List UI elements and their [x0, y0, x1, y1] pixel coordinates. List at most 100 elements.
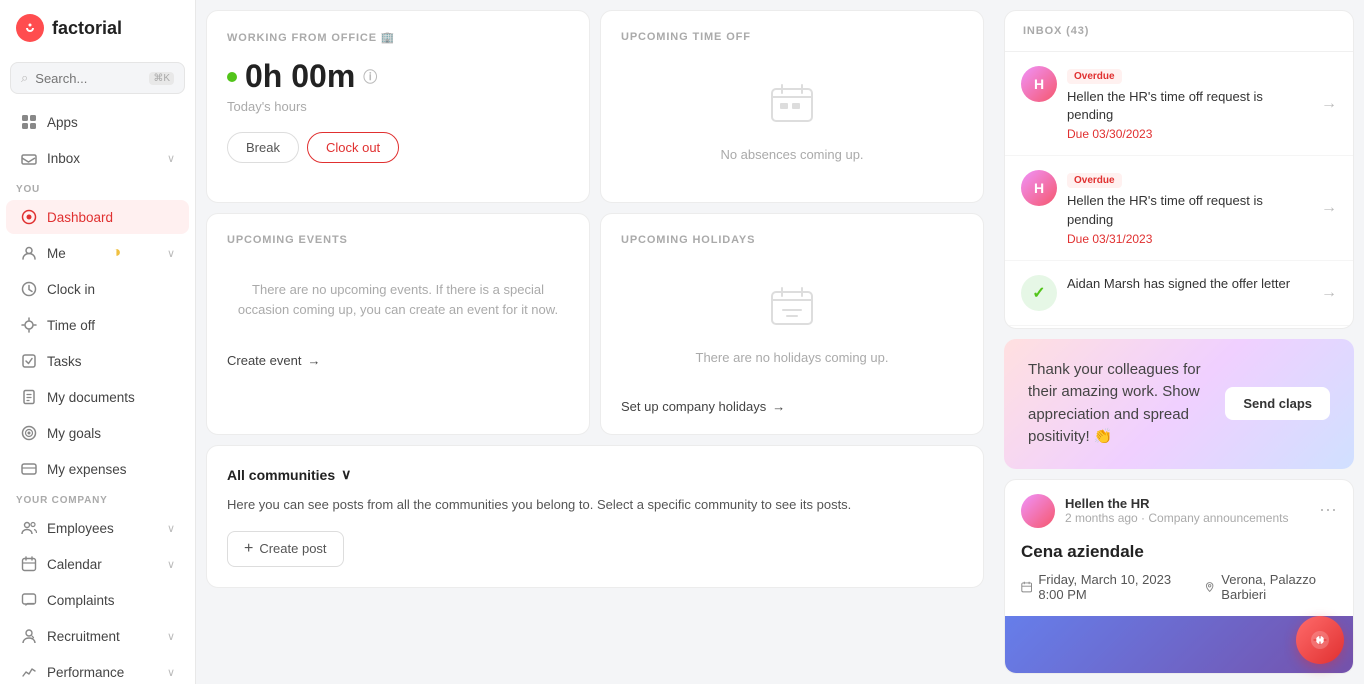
- post-date: Friday, March 10, 2023 8:00 PM: [1021, 572, 1188, 602]
- fab-button[interactable]: [1296, 616, 1344, 664]
- upcoming-events-title: UPCOMING EVENTS: [227, 234, 569, 246]
- sidebar-item-apps[interactable]: Apps: [6, 105, 189, 139]
- wfo-actions: Break Clock out: [227, 132, 569, 163]
- upcoming-time-off-title: UPCOMING TIME OFF: [621, 31, 963, 43]
- sidebar-item-complaints-label: Complaints: [47, 593, 115, 608]
- sidebar: factorial ⌕ ⌘K Apps Inbox ∨ YOU: [0, 0, 196, 684]
- documents-icon: [20, 388, 38, 406]
- sidebar-item-complaints[interactable]: Complaints: [6, 583, 189, 617]
- goals-icon: [20, 424, 38, 442]
- sidebar-item-my-expenses[interactable]: My expenses: [6, 452, 189, 486]
- sidebar-item-time-off-label: Time off: [47, 318, 95, 333]
- sidebar-item-time-off[interactable]: Time off: [6, 308, 189, 342]
- inbox-arrow-3-icon[interactable]: →: [1321, 284, 1337, 302]
- main-content-area: WORKING FROM OFFICE 🏢 0h 00m ⓘ Today's h…: [196, 0, 1364, 684]
- create-event-link[interactable]: Create event →: [227, 353, 569, 368]
- inbox-item-1[interactable]: H Overdue Hellen the HR's time off reque…: [1005, 52, 1353, 156]
- sidebar-item-clock-in-label: Clock in: [47, 282, 95, 297]
- inbox-arrow-1-icon[interactable]: →: [1321, 95, 1337, 113]
- search-shortcut: ⌘K: [149, 72, 174, 85]
- inbox-item-4[interactable]: A Aisha Owen's expense approval request …: [1005, 326, 1353, 329]
- time-off-empty-icon: [767, 77, 817, 137]
- dashboard-icon: [20, 208, 38, 226]
- upcoming-holidays-card: UPCOMING HOLIDAYS There are no holidays …: [600, 213, 984, 435]
- post-date-text: Friday, March 10, 2023 8:00 PM: [1038, 572, 1188, 602]
- post-location-icon: [1204, 580, 1215, 594]
- break-button[interactable]: Break: [227, 132, 299, 163]
- sidebar-item-recruitment-label: Recruitment: [47, 629, 120, 644]
- post-avatar: [1021, 494, 1055, 528]
- clockout-button[interactable]: Clock out: [307, 132, 399, 163]
- wfo-subtitle: Today's hours: [227, 99, 569, 114]
- sidebar-item-tasks[interactable]: Tasks: [6, 344, 189, 378]
- overdue-badge-1: Overdue: [1067, 69, 1122, 84]
- inbox-header: INBOX (43): [1005, 11, 1353, 52]
- holidays-empty-text: There are no holidays coming up.: [696, 350, 889, 365]
- center-column: WORKING FROM OFFICE 🏢 0h 00m ⓘ Today's h…: [196, 0, 994, 684]
- employees-chevron-icon: ∨: [167, 522, 175, 535]
- complaints-icon: [20, 591, 38, 609]
- time-off-empty-state: No absences coming up.: [621, 57, 963, 182]
- holidays-empty-state: There are no holidays coming up.: [621, 260, 963, 385]
- sidebar-item-my-documents-label: My documents: [47, 390, 135, 405]
- post-location-text: Verona, Palazzo Barbieri: [1221, 572, 1337, 602]
- calendar-icon: [20, 555, 38, 573]
- sidebar-item-my-documents[interactable]: My documents: [6, 380, 189, 414]
- wfo-status-dot: [227, 72, 237, 82]
- recruitment-icon: [20, 627, 38, 645]
- sidebar-item-calendar[interactable]: Calendar ∨: [6, 547, 189, 581]
- sidebar-item-me-label: Me: [47, 246, 66, 261]
- sidebar-item-performance[interactable]: Performance ∨: [6, 655, 189, 684]
- create-event-arrow-icon: →: [307, 353, 320, 368]
- me-chevron-icon: ∨: [167, 247, 175, 260]
- sidebar-item-me[interactable]: Me ◑ ∨: [6, 236, 189, 270]
- upcoming-time-off-card: UPCOMING TIME OFF No absences coming: [600, 10, 984, 203]
- send-claps-button[interactable]: Send claps: [1225, 387, 1330, 420]
- search-icon: ⌕: [21, 70, 28, 86]
- right-column: INBOX (43) H Overdue Hellen the HR's tim…: [994, 0, 1364, 684]
- inbox-item-2[interactable]: H Overdue Hellen the HR's time off reque…: [1005, 156, 1353, 260]
- sidebar-item-my-expenses-label: My expenses: [47, 462, 127, 477]
- sidebar-item-inbox[interactable]: Inbox ∨: [6, 141, 189, 175]
- appreciation-text: Thank your colleagues for their amazing …: [1028, 359, 1225, 449]
- setup-holidays-link[interactable]: Set up company holidays →: [621, 399, 963, 414]
- inbox-chevron-icon: ∨: [167, 152, 175, 165]
- inbox-arrow-2-icon[interactable]: →: [1321, 199, 1337, 217]
- sidebar-item-recruitment[interactable]: Recruitment ∨: [6, 619, 189, 653]
- inbox-item-3-body: Aidan Marsh has signed the offer letter: [1067, 275, 1307, 293]
- sidebar-item-my-goals-label: My goals: [47, 426, 101, 441]
- middle-row: UPCOMING EVENTS There are no upcoming ev…: [206, 213, 984, 435]
- post-menu-icon[interactable]: ⋯: [1319, 500, 1337, 521]
- upcoming-events-card: UPCOMING EVENTS There are no upcoming ev…: [206, 213, 590, 435]
- wfo-title: WORKING FROM OFFICE 🏢: [227, 31, 569, 44]
- create-event-label: Create event: [227, 353, 301, 368]
- performance-chevron-icon: ∨: [167, 666, 175, 679]
- sidebar-item-tasks-label: Tasks: [47, 354, 82, 369]
- inbox-avatar-2: H: [1021, 170, 1057, 206]
- inbox-item-3-text: Aidan Marsh has signed the offer letter: [1067, 275, 1307, 293]
- clock-icon: [20, 280, 38, 298]
- inbox-item-1-text: Hellen the HR's time off request is pend…: [1067, 88, 1307, 124]
- inbox-avatar-3: ✓: [1021, 275, 1057, 311]
- inbox-item-1-due: Due 03/30/2023: [1067, 127, 1307, 141]
- sidebar-item-my-goals[interactable]: My goals: [6, 416, 189, 450]
- sidebar-item-dashboard[interactable]: Dashboard: [6, 200, 189, 234]
- sidebar-item-dashboard-label: Dashboard: [47, 210, 113, 225]
- sidebar-item-clock-in[interactable]: Clock in: [6, 272, 189, 306]
- post-title: Cena aziendale: [1005, 542, 1353, 572]
- inbox-item-3[interactable]: ✓ Aidan Marsh has signed the offer lette…: [1005, 261, 1353, 326]
- logo-text: factorial: [52, 18, 122, 39]
- search-bar[interactable]: ⌕ ⌘K: [10, 62, 185, 94]
- post-header: Hellen the HR 2 months ago · Company ann…: [1005, 480, 1353, 542]
- community-selector[interactable]: All communities ∨: [227, 466, 351, 483]
- create-post-button[interactable]: + Create post: [227, 531, 344, 567]
- you-section-label: YOU: [0, 176, 195, 199]
- sidebar-item-inbox-label: Inbox: [47, 151, 80, 166]
- sidebar-item-employees[interactable]: Employees ∨: [6, 511, 189, 545]
- post-location: Verona, Palazzo Barbieri: [1204, 572, 1337, 602]
- search-input[interactable]: [35, 71, 142, 86]
- community-body-text: Here you can see posts from all the comm…: [227, 495, 963, 515]
- sidebar-item-employees-label: Employees: [47, 521, 114, 536]
- events-empty-text: There are no upcoming events. If there i…: [227, 280, 569, 319]
- inbox-item-2-body: Overdue Hellen the HR's time off request…: [1067, 170, 1307, 245]
